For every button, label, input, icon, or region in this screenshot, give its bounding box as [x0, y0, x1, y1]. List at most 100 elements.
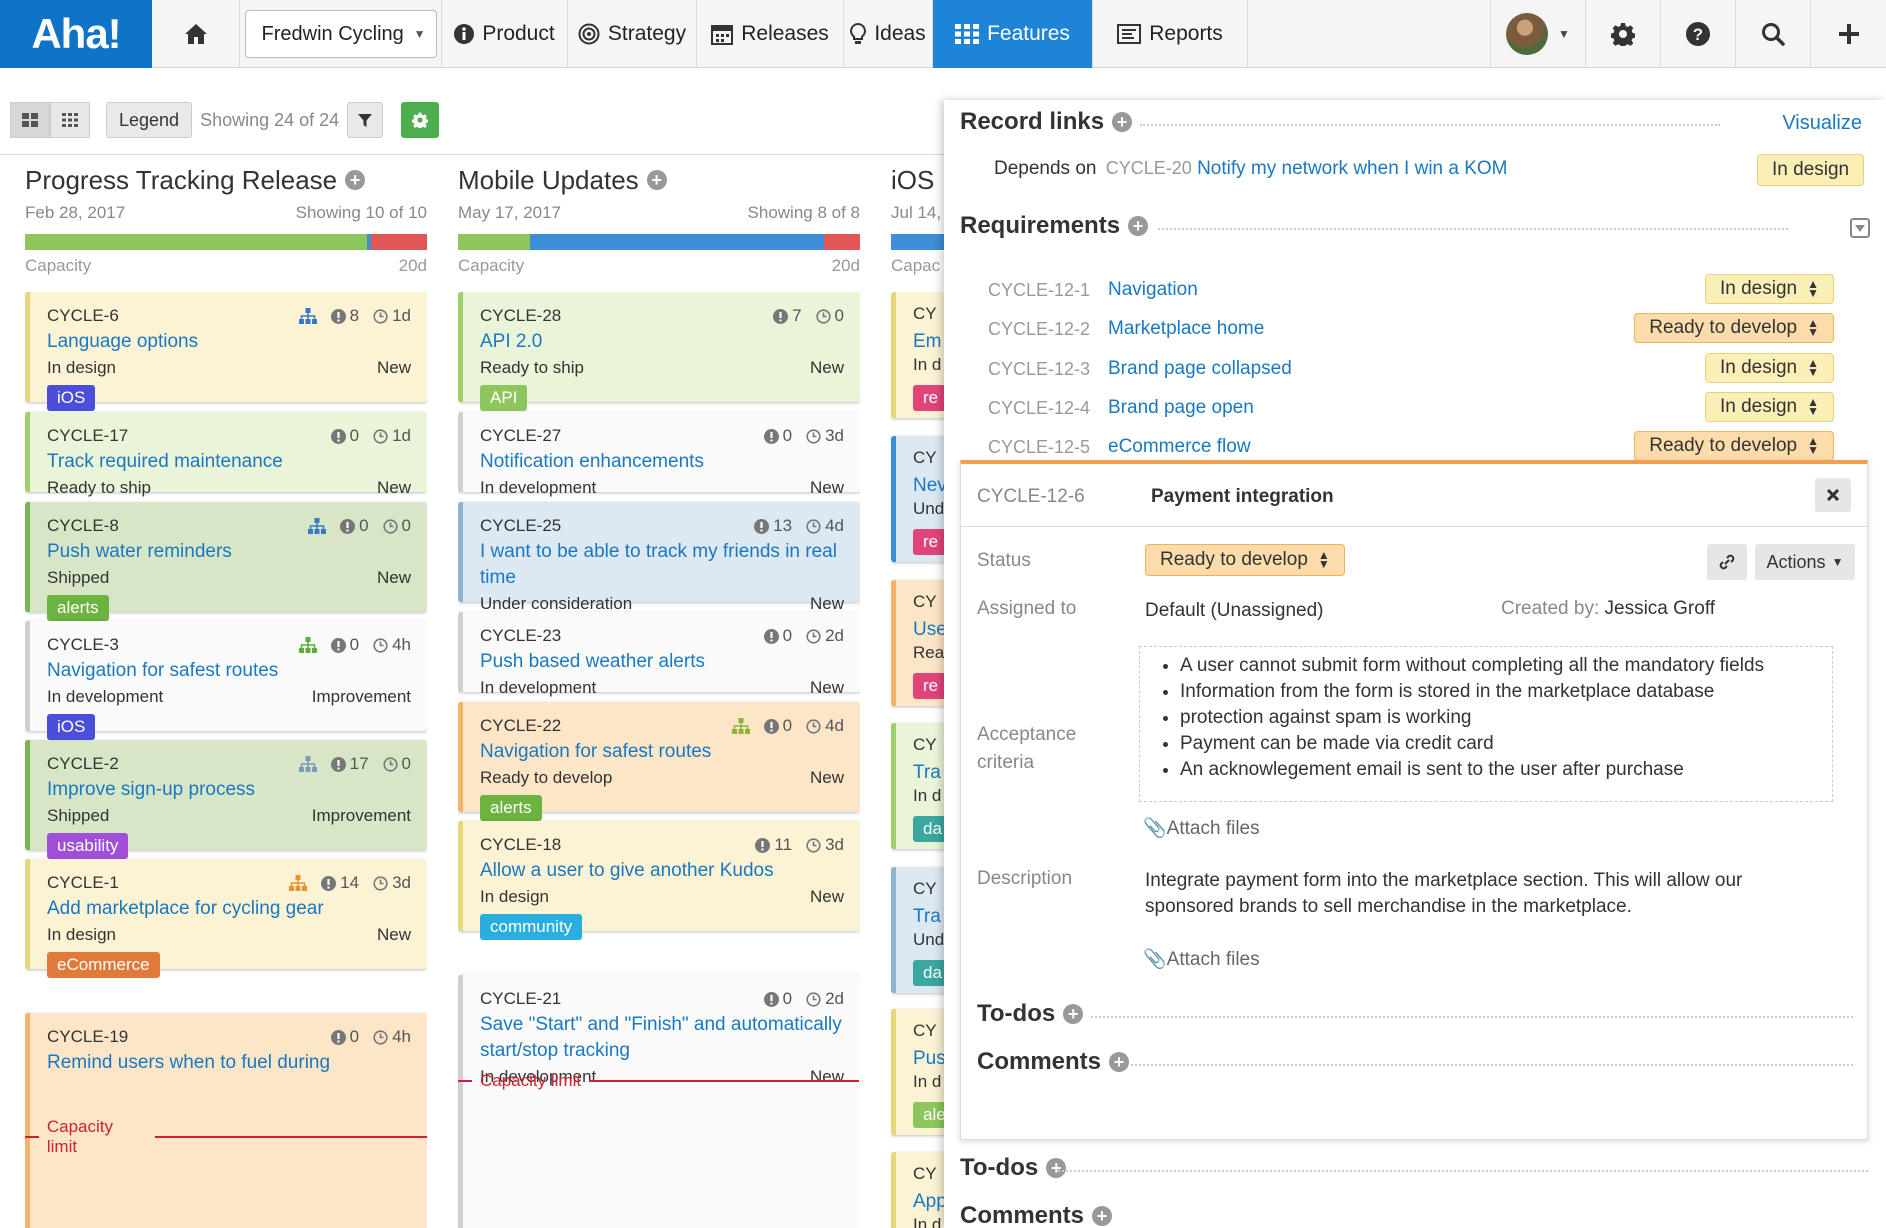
add-feature-icon[interactable]: + [345, 170, 366, 190]
release-title[interactable]: iOS [891, 165, 934, 196]
requirement-row[interactable]: CYCLE-12-4 Brand page open In design ▲ ▼ [988, 392, 1848, 424]
board-settings-button[interactable] [401, 102, 440, 138]
feature-tag[interactable]: iOS [47, 714, 96, 740]
feature-card[interactable]: CY App In d [891, 1152, 951, 1228]
nav-releases[interactable]: Releases [697, 0, 844, 68]
requirement-link[interactable]: eCommerce flow [1108, 436, 1251, 458]
actions-button[interactable]: Actions ▼ [1755, 544, 1855, 580]
feature-name[interactable]: Allow a user to give another Kudos [480, 858, 844, 884]
collapse-toggle[interactable] [1850, 218, 1870, 238]
feature-card[interactable]: CYCLE-8 0 0 Push water reminders Shipped N… [25, 502, 427, 621]
feature-card[interactable]: CYCLE-18 11 3d Allow a user to give anoth… [458, 821, 860, 940]
feature-name[interactable]: Remind users when to fuel during [47, 1050, 411, 1076]
legend-button[interactable]: Legend [106, 102, 193, 138]
feature-name[interactable]: Save "Start" and "Finish" and automatica… [480, 1012, 844, 1064]
feature-name[interactable]: Navigation for safest routes [480, 739, 844, 765]
requirement-link[interactable]: Marketplace home [1108, 318, 1264, 340]
requirement-row[interactable]: CYCLE-12-1 Navigation In design ▲ ▼ [988, 274, 1848, 306]
requirement-title[interactable]: Payment integration [1151, 486, 1334, 508]
nav-ideas[interactable]: Ideas [844, 0, 933, 68]
feature-tag[interactable]: eCommerce [47, 952, 160, 978]
feature-name[interactable]: Add marketplace for cycling gear [47, 896, 411, 922]
card-view-button[interactable] [10, 102, 50, 138]
nav-features[interactable]: Features [933, 0, 1093, 68]
feature-card[interactable]: CY Nev Und re [891, 436, 951, 562]
nav-product[interactable]: Product [442, 0, 568, 68]
requirement-link[interactable]: Brand page open [1108, 397, 1254, 419]
release-title[interactable]: Progress Tracking Release [25, 165, 337, 196]
feature-card[interactable]: CYCLE-1 14 3d Add marketplace for cycling… [25, 859, 427, 978]
requirement-row[interactable]: CYCLE-12-5 eCommerce flow Ready to develop… [988, 431, 1848, 463]
release-title[interactable]: Mobile Updates [458, 165, 639, 196]
feature-card[interactable]: CY Em In d re [891, 292, 951, 418]
feature-card[interactable]: CYCLE-25 13 4d I want to be able to track… [458, 502, 860, 613]
requirement-status-select[interactable]: In design ▲ ▼ [1704, 353, 1834, 383]
requirement-row[interactable]: CYCLE-12-2 Marketplace home Ready to devel… [988, 313, 1848, 345]
feature-card[interactable]: CYCLE-17 0 1d Track required maintenance … [25, 412, 427, 497]
nav-reports[interactable]: Reports [1093, 0, 1248, 68]
requirement-row[interactable]: CYCLE-12-3 Brand page collapsed In design ▲… [988, 353, 1848, 385]
add-todo-icon[interactable]: + [1063, 1004, 1084, 1024]
description-text[interactable]: Integrate payment form into the marketpl… [1145, 868, 1742, 920]
feature-name[interactable]: Navigation for safest routes [47, 658, 411, 684]
search-button[interactable] [1736, 0, 1811, 68]
add-comment-icon[interactable]: + [1109, 1052, 1130, 1072]
requirement-status-select[interactable]: Ready to develop ▲ ▼ [1634, 313, 1834, 343]
dependency-link[interactable]: Notify my network when I win a KOM [1197, 158, 1507, 179]
feature-card[interactable]: CYCLE-6 8 1d Language options In design Ne… [25, 292, 427, 411]
feature-tag[interactable]: usability [47, 833, 129, 859]
add-comment-icon[interactable]: + [1092, 1206, 1113, 1226]
feature-card[interactable]: CY Use Rea re [891, 580, 951, 706]
feature-tag[interactable]: re [913, 673, 949, 699]
feature-card[interactable]: CYCLE-2 17 0 Improve sign-up process Ship… [25, 740, 427, 859]
feature-card[interactable]: CYCLE-21 0 2d Save "Start" and "Finish" a… [458, 975, 860, 1228]
feature-card[interactable]: CYCLE-23 0 2d Push based weather alerts I… [458, 612, 860, 697]
user-menu[interactable]: ▼ [1491, 0, 1586, 68]
status-select[interactable]: Ready to develop ▲ ▼ [1145, 544, 1345, 576]
acceptance-criteria-box[interactable]: A user cannot submit form without comple… [1139, 646, 1833, 802]
filter-button[interactable] [347, 102, 384, 138]
feature-name[interactable]: Language options [47, 329, 411, 355]
feature-card[interactable]: CY Pus In d ale [891, 1009, 951, 1135]
home-button[interactable] [152, 0, 240, 68]
requirement-status-select[interactable]: In design ▲ ▼ [1704, 274, 1834, 304]
feature-card[interactable]: CYCLE-3 0 4h Navigation for safest routes… [25, 621, 427, 740]
feature-tag[interactable]: iOS [47, 385, 96, 411]
close-button[interactable] [1815, 478, 1851, 512]
link-button[interactable] [1707, 544, 1747, 580]
nav-strategy[interactable]: Strategy [568, 0, 697, 68]
add-button[interactable] [1811, 0, 1886, 68]
requirement-status-select[interactable]: Ready to develop ▲ ▼ [1634, 431, 1834, 461]
settings-button[interactable] [1586, 0, 1661, 68]
feature-tag[interactable]: alerts [480, 795, 542, 821]
feature-tag[interactable]: re [913, 529, 949, 555]
add-feature-icon[interactable]: + [646, 170, 667, 190]
feature-tag[interactable]: community [480, 914, 583, 940]
feature-name[interactable]: API 2.0 [480, 329, 844, 355]
requirement-link[interactable]: Brand page collapsed [1108, 358, 1292, 380]
requirement-status-select[interactable]: In design ▲ ▼ [1704, 392, 1834, 422]
feature-card[interactable]: CYCLE-22 0 4d Navigation for safest route… [458, 702, 860, 821]
add-record-link-icon[interactable]: + [1112, 112, 1133, 132]
add-requirement-icon[interactable]: + [1128, 216, 1149, 236]
assignee-value[interactable]: Default (Unassigned) [1145, 600, 1323, 622]
feature-name[interactable]: I want to be able to track my friends in… [480, 539, 844, 591]
workspace-selector[interactable]: Fredwin Cycling ▼ [244, 10, 437, 58]
feature-name[interactable]: Improve sign-up process [47, 777, 411, 803]
feature-name[interactable]: Track required maintenance [47, 449, 411, 475]
feature-name[interactable]: Push based weather alerts [480, 649, 844, 675]
feature-tag[interactable]: alerts [47, 595, 109, 621]
feature-card[interactable]: CYCLE-28 7 0 API 2.0 Ready to ship New API [458, 292, 860, 411]
feature-tag[interactable]: API [480, 385, 528, 411]
compact-view-button[interactable] [50, 102, 90, 138]
help-button[interactable]: ? [1661, 0, 1736, 68]
visualize-link[interactable]: Visualize [1782, 112, 1862, 135]
feature-tag[interactable]: re [913, 385, 949, 411]
requirement-link[interactable]: Navigation [1108, 279, 1198, 301]
feature-card[interactable]: CY Tra Und da [891, 867, 951, 993]
attach-files-link[interactable]: 📎Attach files [1143, 947, 1260, 971]
add-todo-icon[interactable]: + [1046, 1158, 1067, 1178]
feature-card[interactable]: CY Tra In d da [891, 723, 951, 849]
feature-name[interactable]: Notification enhancements [480, 449, 844, 475]
feature-card[interactable]: CYCLE-27 0 3d Notification enhancements I… [458, 412, 860, 497]
